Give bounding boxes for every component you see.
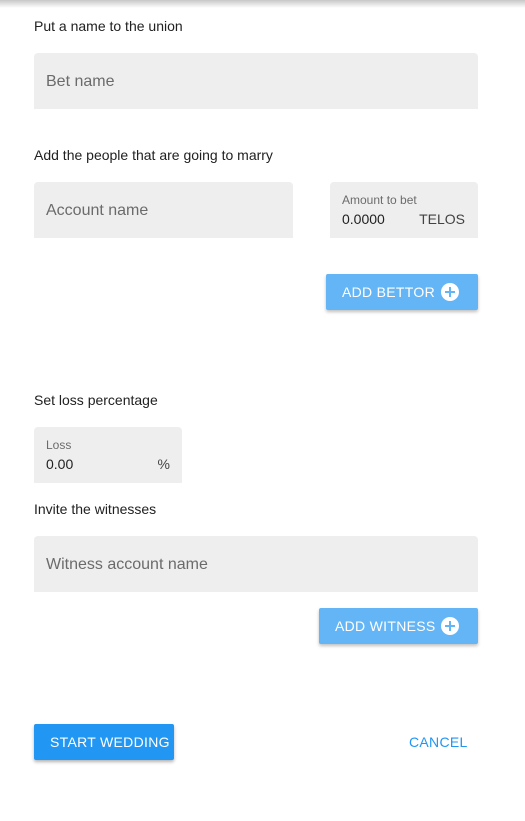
witness-account-placeholder: Witness account name [46,556,208,573]
loss-value: 0.00 [46,456,74,472]
add-witness-button[interactable]: ADD WITNESS [319,608,478,644]
add-bettor-label: ADD BETTOR [342,284,435,300]
amount-to-bet-field[interactable]: Amount to bet 0.0000 TELOS [330,182,478,238]
amount-to-bet-value: 0.0000 [342,211,385,227]
bet-name-field[interactable]: Bet name [34,53,478,109]
account-name-placeholder: Account name [46,202,149,219]
start-wedding-label: START WEDDING [50,734,170,750]
loss-field-label: Loss [46,438,72,452]
bet-name-placeholder: Bet name [46,73,115,90]
cancel-button[interactable]: CANCEL [409,734,468,750]
top-shadow [0,0,525,8]
loss-unit: % [157,456,170,472]
union-name-label: Put a name to the union [34,18,183,34]
amount-to-bet-label: Amount to bet [342,193,417,207]
add-bettor-button[interactable]: ADD BETTOR [326,274,478,310]
plus-circle-icon [441,617,459,635]
witness-account-field[interactable]: Witness account name [34,536,478,592]
amount-unit: TELOS [419,211,465,227]
add-witness-label: ADD WITNESS [335,618,436,634]
loss-field[interactable]: Loss 0.00 % [34,427,182,483]
account-name-field[interactable]: Account name [34,182,293,238]
start-wedding-button[interactable]: START WEDDING [34,724,174,760]
loss-label: Set loss percentage [34,392,158,408]
witnesses-label: Invite the witnesses [34,501,157,517]
plus-circle-icon [441,283,459,301]
people-label: Add the people that are going to marry [34,147,273,163]
